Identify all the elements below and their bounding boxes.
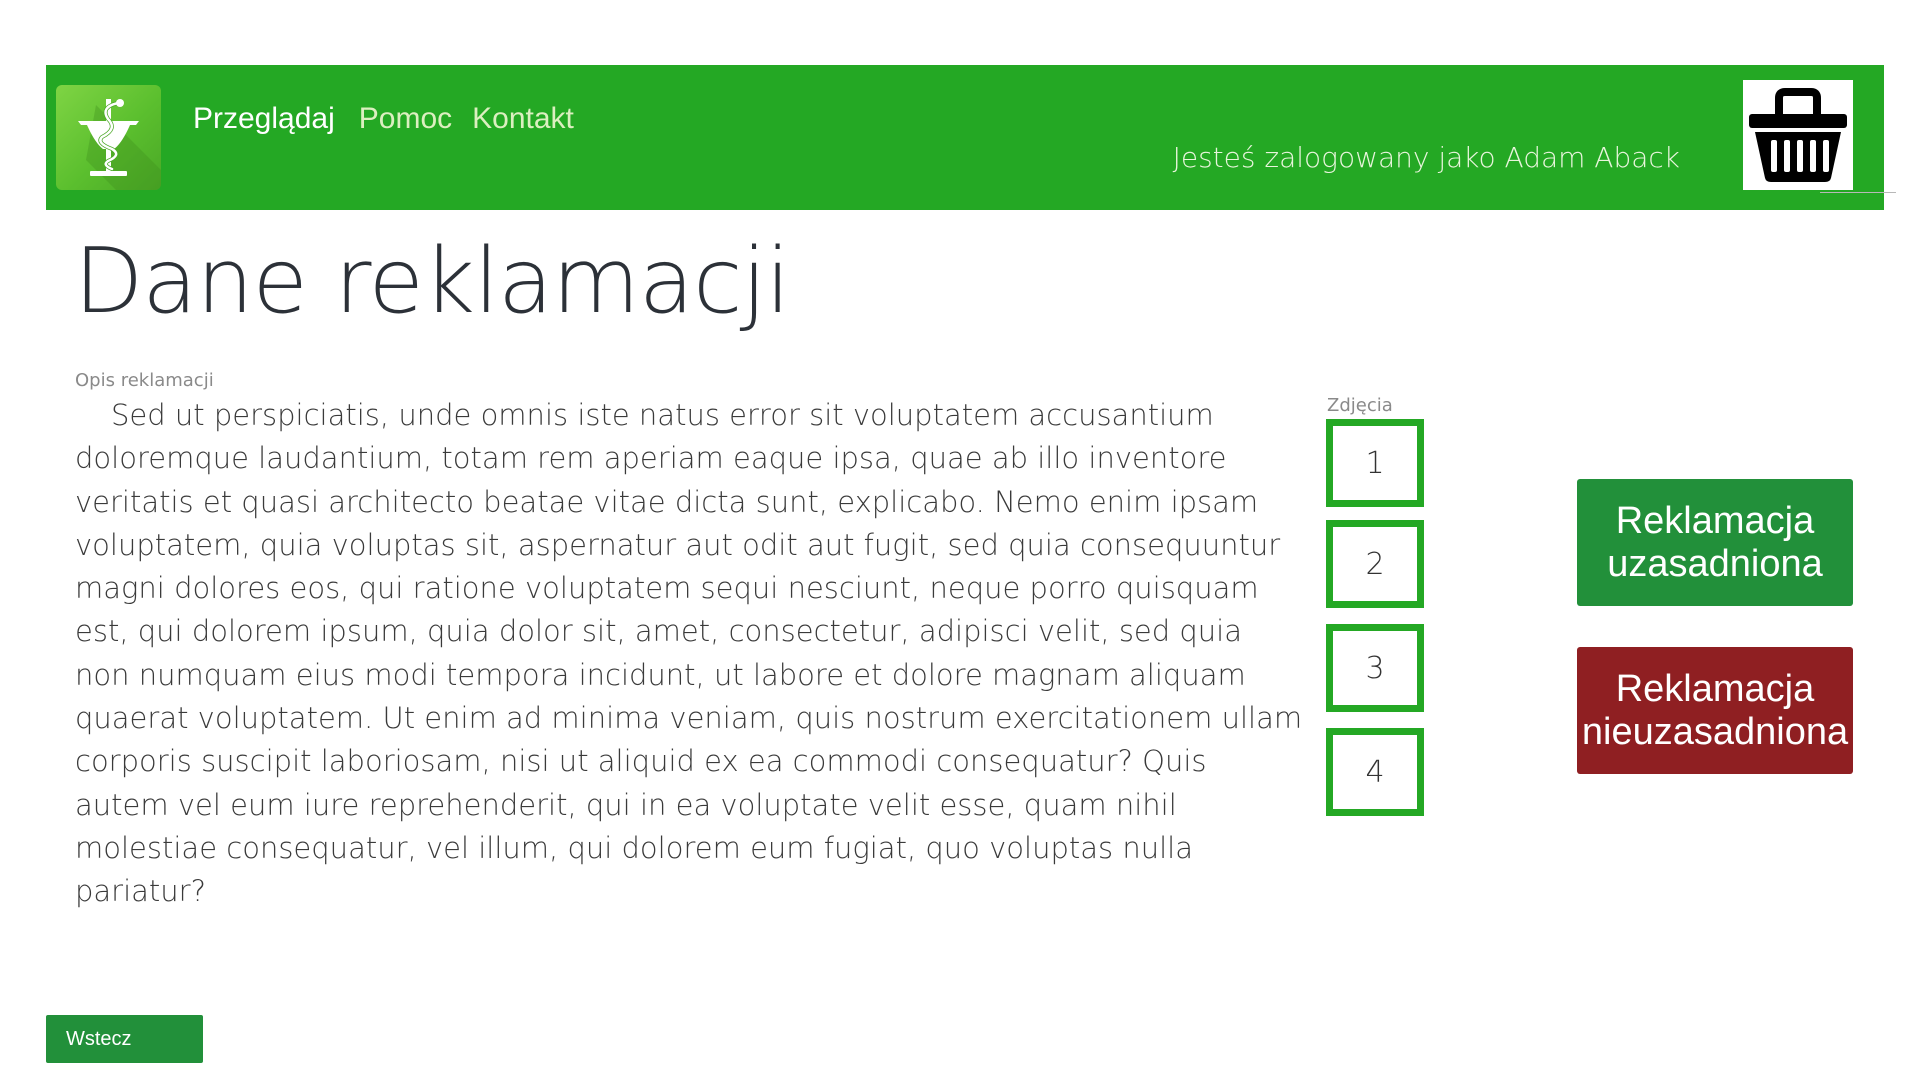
photo-thumbnail-2[interactable]: 2 [1326,520,1424,608]
description-label: Opis reklamacji [75,370,214,391]
logged-in-user-text: Jesteś zalogowany jako Adam Aback [1172,141,1680,174]
back-button[interactable]: Wstecz [46,1015,203,1063]
pharmacy-logo-icon[interactable] [56,85,161,190]
complaint-description: Sed ut perspiciatis, unde omnis iste nat… [75,398,1303,909]
header-divider [1820,192,1896,193]
photo-thumbnail-1[interactable]: 1 [1326,419,1424,507]
nav-item-przegladaj[interactable]: Przeglądaj [193,99,335,139]
nav-item-pomoc[interactable]: Pomoc [359,99,452,139]
photo-thumbnail-3[interactable]: 3 [1326,624,1424,712]
top-nav-bar: Przeglądaj Pomoc Kontakt Jesteś zalogowa… [46,65,1884,210]
main-nav: Przeglądaj Pomoc Kontakt [193,99,594,139]
page-title: Dane reklamacji [74,229,790,334]
complaint-valid-button[interactable]: Reklamacja uzasadniona [1577,479,1853,606]
page: Przeglądaj Pomoc Kontakt Jesteś zalogowa… [0,0,1920,1080]
shopping-basket-icon[interactable] [1743,80,1853,190]
photos-label: Zdjęcia [1327,395,1393,416]
nav-item-kontakt[interactable]: Kontakt [472,99,574,139]
complaint-invalid-button[interactable]: Reklamacja nieuzasadniona [1577,647,1853,774]
photo-thumbnail-4[interactable]: 4 [1326,728,1424,816]
